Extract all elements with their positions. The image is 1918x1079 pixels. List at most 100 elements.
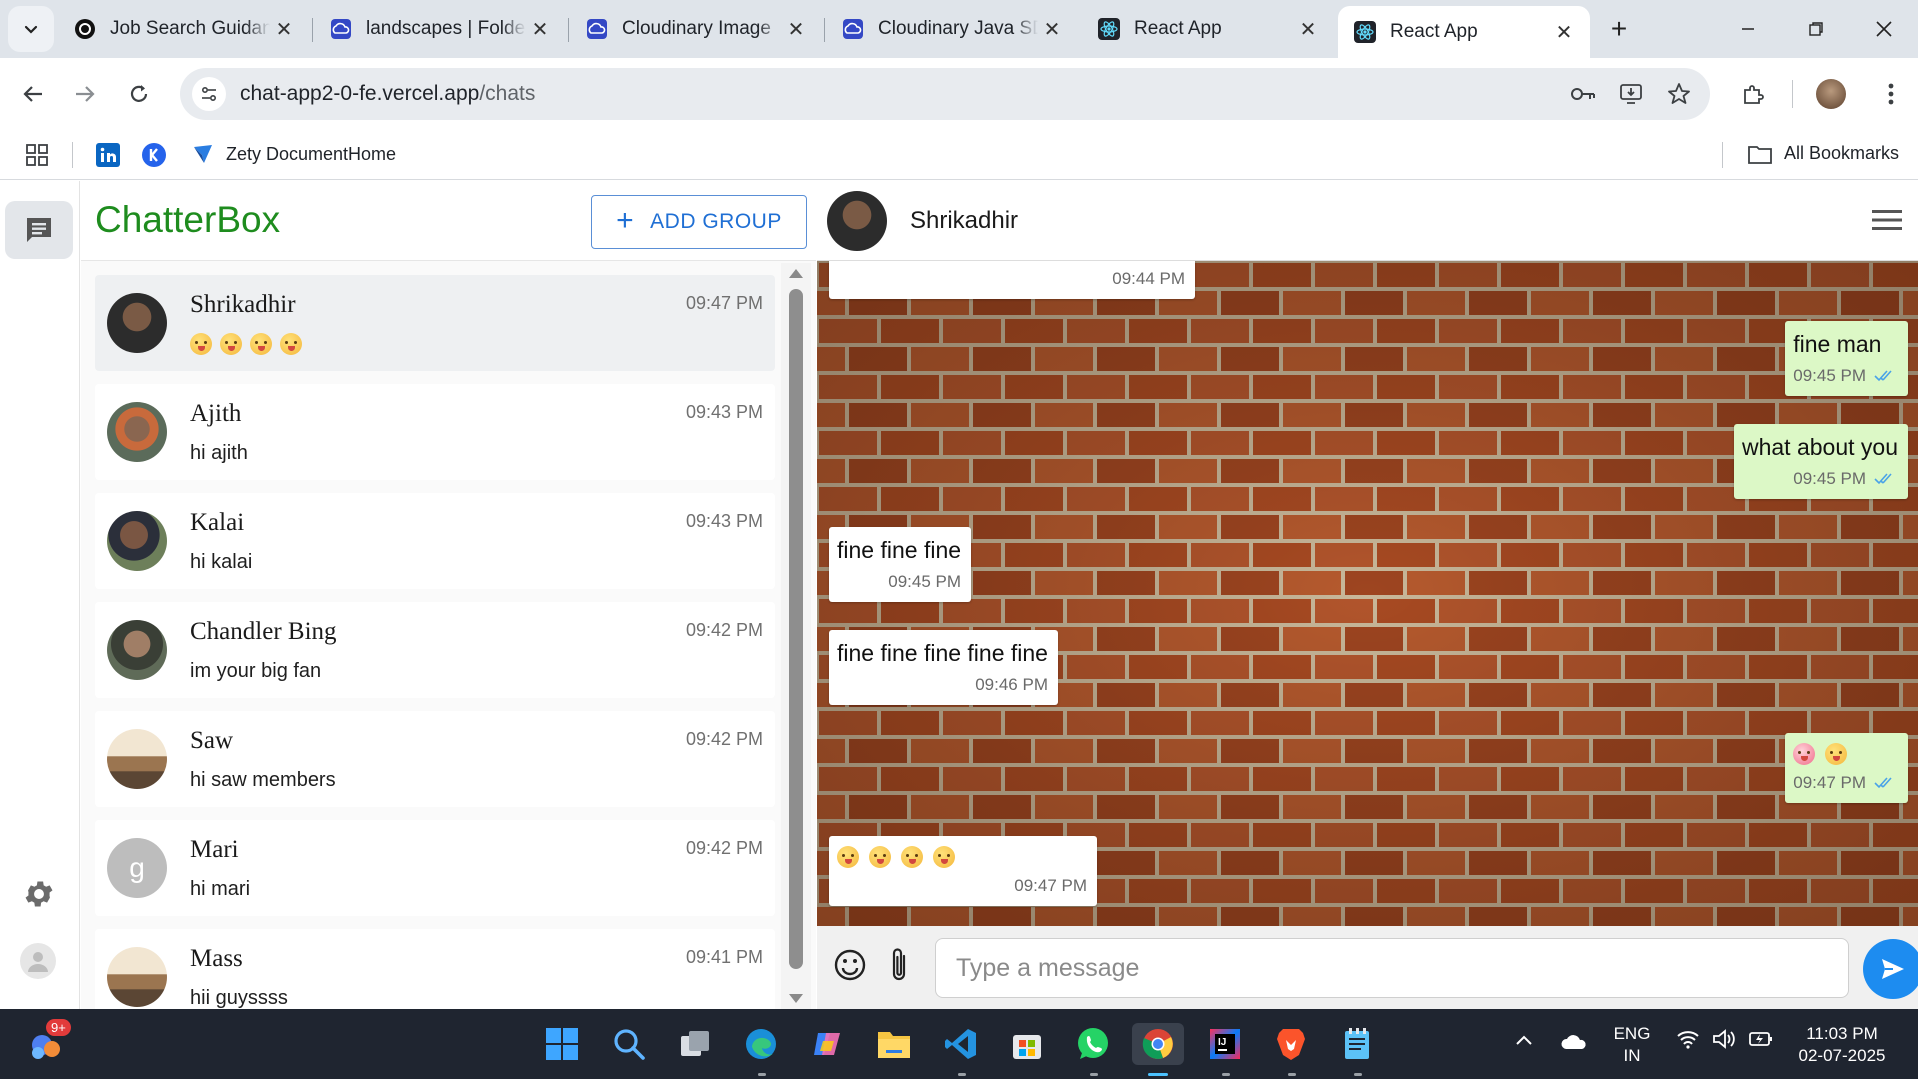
taskbar-chrome[interactable] bbox=[1132, 1023, 1184, 1065]
all-bookmarks-button[interactable]: All Bookmarks bbox=[1748, 143, 1899, 164]
tab-title: React App bbox=[1134, 18, 1222, 39]
profile-avatar[interactable] bbox=[1816, 79, 1846, 109]
search-button[interactable] bbox=[608, 1023, 650, 1065]
windows-taskbar: 9+ IJ ENG IN 11:03 PM 02-07-2025 bbox=[0, 1009, 1918, 1079]
tab-cloudinary-java[interactable]: Cloudinary Java SD ✕ bbox=[826, 6, 1078, 52]
region-code: IN bbox=[1623, 1046, 1641, 1065]
taskbar-edge[interactable] bbox=[740, 1023, 782, 1065]
taskbar-whatsapp[interactable] bbox=[1072, 1023, 1114, 1065]
message-input[interactable] bbox=[935, 938, 1849, 998]
taskbar-intellij[interactable]: IJ bbox=[1204, 1023, 1246, 1065]
message-emojis bbox=[837, 846, 1087, 868]
address-bar[interactable]: chat-app2-0-fe.vercel.app/chats bbox=[180, 68, 1710, 120]
password-key-icon[interactable] bbox=[1560, 68, 1606, 120]
tab-job-search[interactable]: Job Search Guidan ✕ bbox=[58, 6, 313, 52]
rail-settings-button[interactable] bbox=[22, 877, 56, 911]
contact-avatar[interactable] bbox=[827, 191, 887, 251]
browser-menu-button[interactable] bbox=[1868, 71, 1914, 117]
close-tab-icon[interactable]: ✕ bbox=[1298, 17, 1318, 42]
running-indicator bbox=[958, 1073, 966, 1076]
taskbar-file-explorer[interactable] bbox=[873, 1023, 915, 1065]
scroll-up-icon[interactable] bbox=[789, 269, 803, 278]
chrome-icon bbox=[1142, 1029, 1173, 1059]
close-tab-icon[interactable]: ✕ bbox=[530, 17, 550, 42]
task-view-icon bbox=[681, 1031, 709, 1056]
bookmark-zety[interactable]: Zety DocumentHome bbox=[192, 143, 396, 165]
taskbar-vscode[interactable] bbox=[940, 1023, 982, 1065]
message-bubble-incoming: 09:47 PM bbox=[829, 836, 1097, 906]
cloudinary-icon bbox=[842, 18, 864, 40]
site-info-icon[interactable] bbox=[192, 77, 226, 111]
message-composer bbox=[817, 926, 1918, 1009]
restore-button[interactable] bbox=[1782, 0, 1850, 58]
linkedin-icon[interactable] bbox=[96, 143, 120, 167]
scroll-down-icon[interactable] bbox=[789, 994, 803, 1003]
input-language[interactable]: ENG IN bbox=[1604, 1023, 1660, 1067]
close-tab-icon[interactable]: ✕ bbox=[1554, 20, 1574, 45]
apps-grid-icon[interactable] bbox=[26, 144, 48, 166]
chat-item[interactable]: Ajith hi ajith 09:43 PM bbox=[95, 384, 775, 480]
bookmark-divider bbox=[1722, 142, 1723, 168]
extensions-button[interactable] bbox=[1730, 71, 1776, 117]
back-button[interactable] bbox=[10, 71, 56, 117]
chat-preview: hi saw members bbox=[190, 769, 336, 791]
tab-react-app-active[interactable]: React App ✕ bbox=[1338, 6, 1590, 58]
start-button[interactable] bbox=[541, 1023, 583, 1065]
system-tray-status[interactable] bbox=[1676, 1029, 1774, 1049]
chat-item[interactable]: Shrikadhir 09:47 PM bbox=[95, 275, 775, 371]
cloudinary-icon bbox=[330, 18, 352, 40]
conversation-header: Shrikadhir bbox=[817, 181, 1918, 261]
install-app-icon[interactable] bbox=[1608, 68, 1654, 120]
chat-item[interactable]: Mass hii guyssss 09:41 PM bbox=[95, 929, 775, 1009]
clock[interactable]: 11:03 PM 02-07-2025 bbox=[1784, 1023, 1900, 1067]
tab-separator bbox=[824, 18, 825, 42]
add-group-button[interactable]: + ADD GROUP bbox=[591, 195, 807, 249]
emoji-icon bbox=[1825, 743, 1848, 765]
close-tab-icon[interactable]: ✕ bbox=[786, 17, 806, 42]
double-check-icon bbox=[1874, 370, 1892, 382]
message-text: fine fine fine bbox=[837, 537, 962, 563]
minimize-button[interactable] bbox=[1714, 0, 1782, 58]
close-window-button[interactable] bbox=[1850, 0, 1918, 58]
task-view-button[interactable] bbox=[674, 1023, 716, 1065]
chat-name: Shrikadhir bbox=[190, 291, 296, 318]
chat-icon bbox=[27, 218, 51, 242]
bookmark-star-icon[interactable] bbox=[1656, 68, 1702, 120]
conversation-menu-button[interactable] bbox=[1872, 209, 1902, 231]
reload-button[interactable] bbox=[116, 71, 162, 117]
chat-preview: hi ajith bbox=[190, 442, 248, 464]
chat-list-scrollbar[interactable] bbox=[781, 263, 811, 1009]
chat-item[interactable]: Chandler Bing im your big fan 09:42 PM bbox=[95, 602, 775, 698]
show-hidden-icons-button[interactable] bbox=[1514, 1033, 1534, 1047]
taskbar-copilot[interactable] bbox=[806, 1023, 848, 1065]
scroll-thumb[interactable] bbox=[789, 289, 803, 969]
emoji-picker-button[interactable] bbox=[833, 948, 867, 982]
new-tab-button[interactable]: + bbox=[1596, 6, 1642, 52]
rail-profile-button[interactable] bbox=[20, 943, 56, 979]
avatar bbox=[107, 947, 167, 1007]
taskbar-store[interactable] bbox=[1006, 1023, 1048, 1065]
close-tab-icon[interactable]: ✕ bbox=[1042, 17, 1062, 42]
k-circle-icon[interactable] bbox=[142, 143, 166, 167]
message-meta: 09:46 PM bbox=[837, 675, 1048, 695]
chat-time: 09:47 PM bbox=[685, 293, 763, 313]
browser-toolbar: chat-app2-0-fe.vercel.app/chats bbox=[0, 58, 1918, 130]
taskbar-brave[interactable] bbox=[1270, 1023, 1312, 1065]
tab-react-app[interactable]: React App ✕ bbox=[1082, 6, 1334, 52]
emoji-icon bbox=[837, 846, 859, 868]
tab-landscapes[interactable]: landscapes | Folde ✕ bbox=[314, 6, 569, 52]
attach-button[interactable] bbox=[887, 946, 911, 984]
forward-button[interactable] bbox=[62, 71, 108, 117]
close-tab-icon[interactable]: ✕ bbox=[274, 17, 294, 42]
onedrive-icon[interactable] bbox=[1560, 1031, 1588, 1051]
chat-item[interactable]: Kalai hi kalai 09:43 PM bbox=[95, 493, 775, 589]
tab-strip: Job Search Guidan ✕ landscapes | Folde ✕… bbox=[0, 0, 1918, 58]
chat-item[interactable]: g Mari hi mari 09:42 PM bbox=[95, 820, 775, 916]
taskbar-notepad[interactable] bbox=[1336, 1023, 1378, 1065]
rail-chats-button[interactable] bbox=[5, 201, 73, 259]
tab-search-button[interactable] bbox=[8, 6, 54, 52]
whatsapp-icon bbox=[1078, 1028, 1108, 1059]
tab-cloudinary-image[interactable]: Cloudinary Image ✕ bbox=[570, 6, 825, 52]
chat-item[interactable]: Saw hi saw members 09:42 PM bbox=[95, 711, 775, 807]
send-button[interactable] bbox=[1863, 939, 1918, 999]
